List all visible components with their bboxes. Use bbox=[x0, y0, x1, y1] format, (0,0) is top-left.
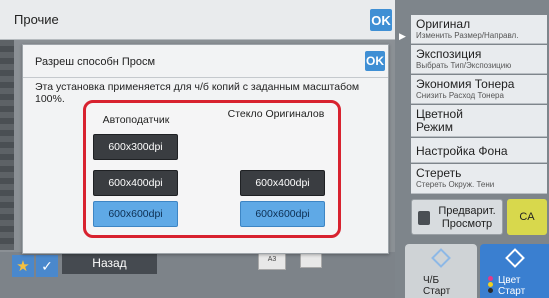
clear-all-button[interactable]: CA bbox=[507, 199, 547, 235]
adf-600x400-button[interactable]: 600x400dpi bbox=[93, 170, 178, 196]
menu-item-label: Настройка Фона bbox=[416, 144, 508, 158]
dialog-divider bbox=[23, 77, 388, 78]
menu-item-label: Цветной Режим bbox=[416, 107, 463, 134]
menu-item-color-mode[interactable]: Цветной Режим bbox=[411, 105, 547, 137]
dialog-ok-button[interactable]: OK bbox=[365, 51, 385, 71]
menu-item-toner-save[interactable]: Экономия Тонера Снизить Расход Тонера bbox=[411, 75, 547, 104]
adf-600x300-button[interactable]: 600x300dpi bbox=[93, 134, 178, 160]
back-button[interactable]: Назад bbox=[62, 252, 157, 274]
color-dots-icon bbox=[488, 276, 494, 294]
menu-item-label: Оригинал bbox=[416, 17, 471, 31]
preview-label: Предварит. Просмотр bbox=[438, 205, 496, 230]
menu-item-original[interactable]: Оригинал Изменить Размер/Направл. bbox=[411, 15, 547, 44]
menu-item-label: Экономия Тонера bbox=[416, 77, 515, 91]
star-icon[interactable]: ★ bbox=[12, 255, 34, 277]
color-start-button[interactable]: Цвет Старт bbox=[480, 244, 549, 298]
expand-arrow-icon[interactable]: ▶ bbox=[399, 31, 406, 42]
top-bar: Прочие bbox=[0, 0, 395, 40]
preview-icon bbox=[418, 211, 430, 225]
glass-600x600-button[interactable]: 600x600dpi bbox=[240, 201, 325, 227]
menu-item-sublabel: Стереть Окруж. Тени bbox=[416, 180, 495, 189]
menu-item-erase[interactable]: Стереть Стереть Окруж. Тени bbox=[411, 164, 547, 194]
preview-button[interactable]: Предварит. Просмотр bbox=[411, 199, 503, 235]
adf-column-header: Автоподатчик bbox=[102, 114, 170, 126]
glass-600x400-button[interactable]: 600x400dpi bbox=[240, 170, 325, 196]
color-start-label: Цвет Старт bbox=[498, 275, 526, 297]
bw-start-button[interactable]: Ч/Б Старт bbox=[405, 244, 477, 298]
check-icon[interactable]: ✓ bbox=[36, 255, 58, 277]
paper-thumbnail-secondary bbox=[300, 252, 322, 268]
glass-column-header: Стекло Оригиналов bbox=[227, 108, 325, 120]
menu-item-sublabel: Выбрать Тип/Экспозицию bbox=[416, 61, 512, 70]
start-icon bbox=[504, 248, 525, 268]
menu-item-exposure[interactable]: Экспозиция Выбрать Тип/Экспозицию bbox=[411, 45, 547, 74]
menu-item-label: Стереть bbox=[416, 166, 462, 180]
bw-start-label: Ч/Б Старт bbox=[423, 275, 451, 297]
menu-item-sublabel: Снизить Расход Тонера bbox=[416, 91, 504, 100]
menu-item-label: Экспозиция bbox=[416, 47, 482, 61]
menu-item-sublabel: Изменить Размер/Направл. bbox=[416, 31, 519, 40]
page-title: Прочие bbox=[14, 12, 59, 27]
adf-600x600-button[interactable]: 600x600dpi bbox=[93, 201, 178, 227]
background-stripes bbox=[0, 40, 14, 250]
resolution-options-frame: Автоподатчик Стекло Оригиналов 600x300dp… bbox=[83, 100, 341, 238]
start-icon bbox=[431, 248, 451, 268]
top-ok-button[interactable]: OK bbox=[370, 9, 392, 31]
bottom-bar bbox=[0, 252, 395, 298]
menu-item-background[interactable]: Настройка Фона bbox=[411, 138, 547, 163]
resolution-dialog: Разреш способн Просм OK Эта установка пр… bbox=[22, 44, 389, 254]
dialog-title: Разреш способн Просм bbox=[35, 56, 156, 68]
